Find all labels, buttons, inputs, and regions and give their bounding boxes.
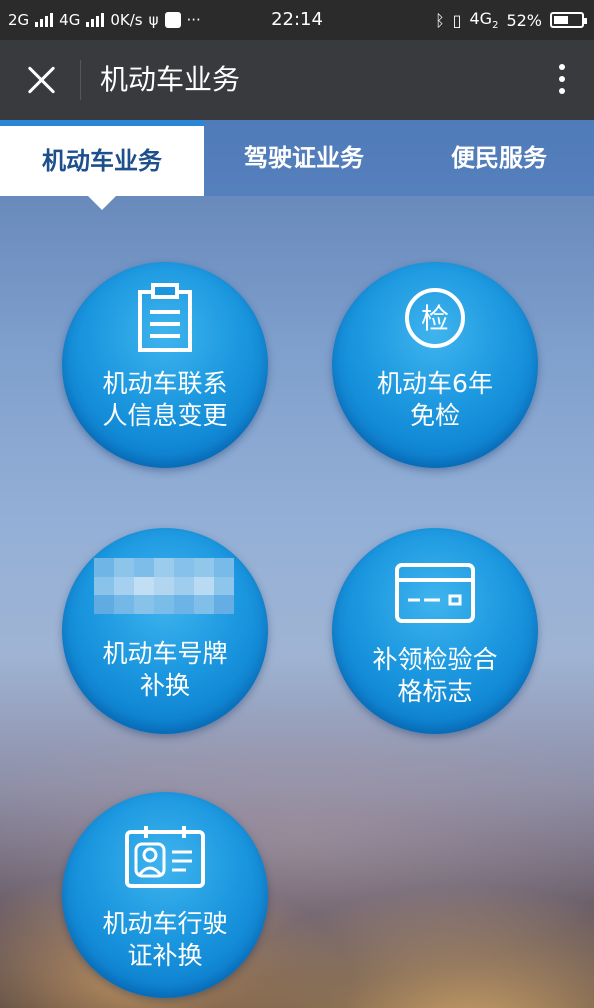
battery-percent: 52% (506, 10, 542, 30)
tab-vehicle-business[interactable]: 机动车业务 (0, 120, 204, 196)
tab-bar: 机动车业务 驾驶证业务 便民服务 (0, 120, 594, 196)
title-bar: 机动车业务 (0, 40, 594, 120)
service-plate-replacement[interactable]: 机动车号牌 补换 (62, 528, 268, 734)
service-label: 机动车6年 免检 (377, 369, 493, 430)
service-label: 机动车号牌 补换 (102, 639, 228, 700)
network-4g-indicator: 4G2 (469, 8, 499, 32)
svg-text:检: 检 (421, 302, 449, 335)
service-inspection-mark-reissue[interactable]: 补领检验合 格标志 (332, 528, 538, 734)
title-divider (80, 60, 81, 100)
main-content: 机动车业务 驾驶证业务 便民服务 机动车联系 人信息变更 检 机动车6年 免检 … (0, 120, 594, 1008)
clipboard-icon (138, 283, 192, 352)
more-options-icon[interactable] (556, 64, 568, 98)
inspection-seal-icon: 检 (405, 288, 465, 348)
tab-license-business[interactable]: 驾驶证业务 (204, 120, 404, 196)
page-title: 机动车业务 (100, 63, 241, 96)
status-right: ᛒ ▯ 4G2 52% (435, 0, 587, 40)
id-card-icon (125, 826, 205, 888)
service-label: 机动车行驶 证补换 (102, 909, 228, 970)
active-tab-pointer (88, 196, 116, 210)
service-label: 机动车联系 人信息变更 (102, 369, 228, 430)
service-label: 补领检验合 格标志 (372, 645, 498, 706)
card-icon (395, 563, 475, 623)
battery-icon (550, 12, 587, 28)
close-icon[interactable] (22, 60, 62, 100)
service-driving-permit-replacement[interactable]: 机动车行驶 证补换 (62, 792, 268, 998)
status-bar: 2G 4G 0K/s ψ ··· 22:14 ᛒ ▯ 4G2 52% (0, 0, 594, 40)
tab-public-services[interactable]: 便民服务 (404, 120, 594, 196)
bluetooth-icon: ᛒ (435, 10, 445, 30)
service-six-year-exemption[interactable]: 检 机动车6年 免检 (332, 262, 538, 468)
service-contact-info-change[interactable]: 机动车联系 人信息变更 (62, 262, 268, 468)
vibrate-icon: ▯ (452, 10, 462, 30)
license-plate-pixelated-icon (94, 558, 234, 614)
